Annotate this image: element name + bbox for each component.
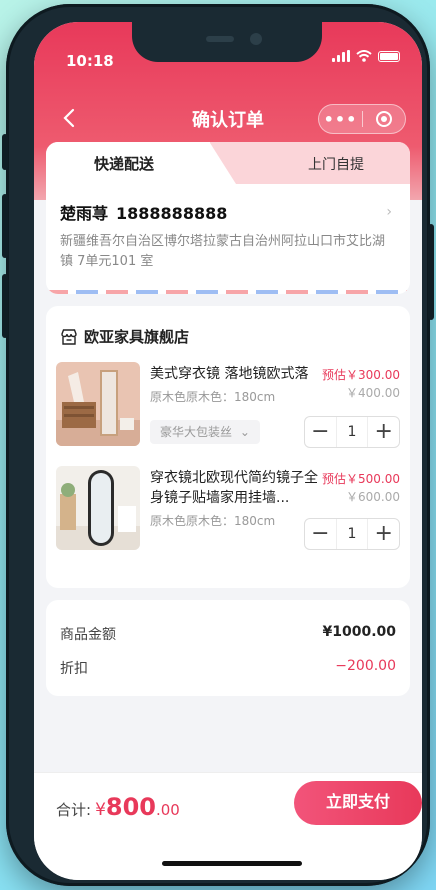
recipient: 楚雨荨 1888888888	[60, 200, 396, 224]
item-title: 美式穿衣镜 落地镜欧式落	[150, 366, 309, 382]
quantity-stepper: − 1 +	[304, 518, 400, 550]
status-time: 10:18	[66, 52, 114, 70]
chevron-down-icon: ⌄	[239, 425, 250, 439]
item-spec: 原木色原木色：180cm	[150, 514, 276, 528]
tab-express-label: 快递配送	[94, 155, 155, 173]
item-price-estimate: 预估￥500.00	[322, 472, 400, 486]
wifi-icon	[356, 50, 372, 62]
quantity-stepper: − 1 +	[304, 416, 400, 448]
home-indicator	[162, 861, 302, 866]
pay-now-button[interactable]: 立即支付	[294, 781, 422, 825]
quantity-value[interactable]: 1	[335, 417, 369, 447]
battery-icon	[378, 50, 400, 62]
shop-name: 欧亚家具旗舰店	[84, 328, 190, 346]
summary-card: 商品金额 ¥1000.00 折扣 −200.00	[46, 600, 410, 696]
mute-switch	[2, 134, 8, 170]
goods-amount-row: 商品金额 ¥1000.00	[60, 624, 396, 644]
item-price-original: ￥400.00	[346, 386, 400, 400]
product-image-mirror-1[interactable]	[56, 362, 140, 446]
nav-bar: 确认订单 •••	[34, 98, 422, 138]
delivery-tabs: 快递配送 上门自提	[46, 142, 410, 184]
mini-program-capsule: •••	[318, 104, 406, 134]
envelope-stripe	[46, 290, 410, 294]
discount-label: 折扣	[60, 661, 88, 677]
checkout-bar: 合计: ¥ 800 .00 立即支付	[34, 772, 422, 880]
item-spec: 原木色原木色：180cm	[150, 390, 276, 404]
signal-icon	[332, 50, 350, 62]
phone-frame: 10:18 确认订单 ••• 快递配送 上门自提 楚雨荨 1888888888 …	[2, 4, 434, 886]
variant-selector[interactable]: 豪华大包装丝 ⌄	[150, 420, 260, 444]
product-image-mirror-2[interactable]	[56, 466, 140, 550]
address-selector[interactable]: 楚雨荨 1888888888 › 新疆维吾尔自治区博尔塔拉蒙古自治州阿拉山口市艾比…	[60, 200, 396, 272]
decrease-button[interactable]: −	[305, 417, 336, 447]
discount-row: 折扣 −200.00	[60, 658, 396, 678]
power-button	[428, 224, 434, 320]
total-decimals: .00	[156, 801, 180, 819]
more-icon[interactable]: •••	[319, 110, 362, 129]
goods-amount-label: 商品金额	[60, 627, 116, 643]
discount-value: −200.00	[335, 658, 396, 674]
variant-label: 豪华大包装丝	[160, 425, 233, 439]
increase-button[interactable]: +	[368, 417, 399, 447]
recipient-name: 楚雨荨	[60, 204, 109, 223]
address-card: 快递配送 上门自提 楚雨荨 1888888888 › 新疆维吾尔自治区博尔塔拉蒙古…	[46, 142, 410, 294]
order-item: 美式穿衣镜 落地镜欧式落 原木色原木色：180cm 预估￥300.00 ￥400…	[56, 362, 400, 452]
store-icon	[61, 328, 77, 345]
item-price-estimate: 预估￥300.00	[322, 368, 400, 382]
total-amount: 800	[105, 793, 156, 821]
shop-card: 欧亚家具旗舰店 美式穿衣镜 落地镜欧式落 原木色原木色：180cm 预估￥300…	[46, 306, 410, 588]
item-title: 穿衣镜北欧现代简约镜子全身镜子贴墙家用挂墙...	[150, 470, 318, 506]
order-total: 合计: ¥ 800 .00	[56, 793, 180, 821]
increase-button[interactable]: +	[368, 519, 399, 549]
screen: 10:18 确认订单 ••• 快递配送 上门自提 楚雨荨 1888888888 …	[34, 22, 422, 880]
close-capsule-icon[interactable]	[363, 111, 405, 127]
total-currency: ¥	[95, 800, 106, 820]
recipient-phone: 1888888888	[116, 204, 228, 223]
quantity-value[interactable]: 1	[335, 519, 369, 549]
status-icons	[332, 50, 400, 62]
total-label: 合计:	[56, 801, 92, 819]
shop-header: 欧亚家具旗舰店	[60, 326, 189, 347]
chevron-right-icon: ›	[386, 204, 392, 220]
volume-up-button	[2, 194, 8, 258]
item-price-original: ￥600.00	[346, 490, 400, 504]
tab-pickup-label: 上门自提	[308, 157, 364, 173]
address-detail: 新疆维吾尔自治区博尔塔拉蒙古自治州阿拉山口市艾比湖镇 7单元101 室	[60, 234, 386, 269]
volume-down-button	[2, 274, 8, 338]
order-item: 穿衣镜北欧现代简约镜子全身镜子贴墙家用挂墙... 原木色原木色：180cm 预估…	[56, 466, 400, 556]
goods-amount-value: ¥1000.00	[322, 624, 396, 640]
decrease-button[interactable]: −	[305, 519, 336, 549]
notch	[132, 22, 322, 62]
